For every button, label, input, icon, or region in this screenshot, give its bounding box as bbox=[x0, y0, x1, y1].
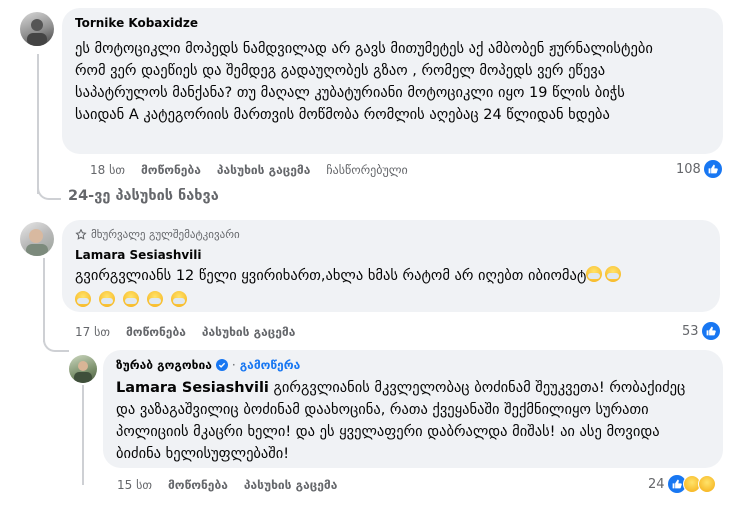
comment-text: ეს მოტოციკლი მოპედს ნამდვილად არ გავს მი… bbox=[75, 41, 653, 123]
comment-actions: 15 სთ მოწონება პასუხის გაცემა bbox=[117, 478, 353, 492]
reaction-count[interactable]: 24 bbox=[648, 475, 716, 493]
avatar[interactable] bbox=[20, 12, 54, 46]
reaction-number: 24 bbox=[648, 476, 665, 492]
reply-button[interactable]: პასუხის გაცემა bbox=[244, 478, 337, 492]
sad-icon bbox=[697, 475, 716, 493]
comment-time[interactable]: 15 სთ bbox=[117, 478, 152, 492]
reaction-count[interactable]: 53 bbox=[682, 322, 720, 340]
reply-button[interactable]: პასუხის გაცემა bbox=[202, 325, 295, 339]
reply-button[interactable]: პასუხის გაცემა bbox=[217, 163, 310, 177]
avatar-photo-icon bbox=[74, 361, 92, 383]
follow-button[interactable]: გამოწერა bbox=[240, 358, 301, 372]
reaction-number: 53 bbox=[682, 323, 699, 339]
comment-text: გვირგვლიანს 12 წელი ყვირიხართ,ახლა ხმას … bbox=[75, 265, 695, 287]
separator-dot: · bbox=[231, 358, 236, 372]
face-mask-emoji bbox=[171, 291, 188, 307]
comment-header: ზურაბ გოგოხია · გამოწერა bbox=[116, 358, 300, 372]
reaction-number: 108 bbox=[676, 161, 701, 177]
like-icon bbox=[701, 322, 720, 340]
comment-bubble: მხურვალე გულშემატკივარი Lamara Sesiashvi… bbox=[62, 220, 720, 312]
top-fan-label: მხურვალე გულშემატკივარი bbox=[91, 228, 240, 241]
like-button[interactable]: მოწონება bbox=[126, 325, 186, 339]
avatar-photo-icon bbox=[27, 19, 47, 46]
avatar[interactable] bbox=[69, 355, 97, 383]
face-mask-emoji bbox=[586, 266, 603, 282]
mention-link[interactable]: Lamara Sesiashvili bbox=[116, 380, 269, 396]
thread-line-curve bbox=[37, 178, 61, 200]
like-icon bbox=[703, 160, 722, 178]
face-mask-emoji bbox=[123, 291, 140, 307]
comment-time[interactable]: 18 სთ bbox=[90, 163, 125, 177]
comment-bubble: ზურაბ გოგოხია · გამოწერა Lamara Sesiashv… bbox=[103, 350, 723, 468]
face-mask-emoji bbox=[99, 291, 116, 307]
top-fan-badge[interactable]: მხურვალე გულშემატკივარი bbox=[75, 228, 240, 241]
top-fan-badge-icon bbox=[75, 228, 87, 240]
comment-author[interactable]: Tornike Kobaxidze bbox=[75, 16, 198, 30]
edited-label[interactable]: ჩასწორებული bbox=[326, 163, 407, 177]
like-button[interactable]: მოწონება bbox=[141, 163, 201, 177]
avatar[interactable] bbox=[20, 222, 54, 256]
comment-text: Lamara Sesiashvili გირგვლიანის მკვლელობა… bbox=[116, 377, 686, 465]
comment-author[interactable]: Lamara Sesiashvili bbox=[75, 248, 202, 262]
face-mask-emoji bbox=[75, 291, 91, 307]
face-mask-emoji bbox=[605, 266, 622, 282]
comment-actions: 18 სთ მოწონება პასუხის გაცემა ჩასწორებულ… bbox=[90, 163, 424, 177]
view-replies-link[interactable]: 24-ვე პასუხის ნახვა bbox=[68, 188, 219, 204]
comment-bubble: Tornike Kobaxidze ეს მოტოციკლი მოპედს ნა… bbox=[62, 8, 723, 154]
thread-line-curve bbox=[43, 330, 69, 352]
face-mask-emoji bbox=[147, 291, 164, 307]
like-button[interactable]: მოწონება bbox=[168, 478, 228, 492]
thread-line bbox=[37, 54, 39, 194]
comment-time[interactable]: 17 სთ bbox=[75, 325, 110, 339]
emoji-row bbox=[75, 290, 188, 309]
comment-actions: 17 სთ მოწონება პასუხის გაცემა bbox=[75, 325, 311, 339]
thread-line bbox=[82, 385, 84, 485]
comment-author[interactable]: ზურაბ გოგოხია bbox=[116, 358, 212, 372]
verified-icon bbox=[215, 359, 228, 371]
reaction-count[interactable]: 108 bbox=[676, 160, 722, 178]
comment-text-line: გვირგვლიანს 12 წელი ყვირიხართ,ახლა ხმას … bbox=[75, 268, 587, 284]
avatar-photo-icon bbox=[26, 229, 48, 256]
